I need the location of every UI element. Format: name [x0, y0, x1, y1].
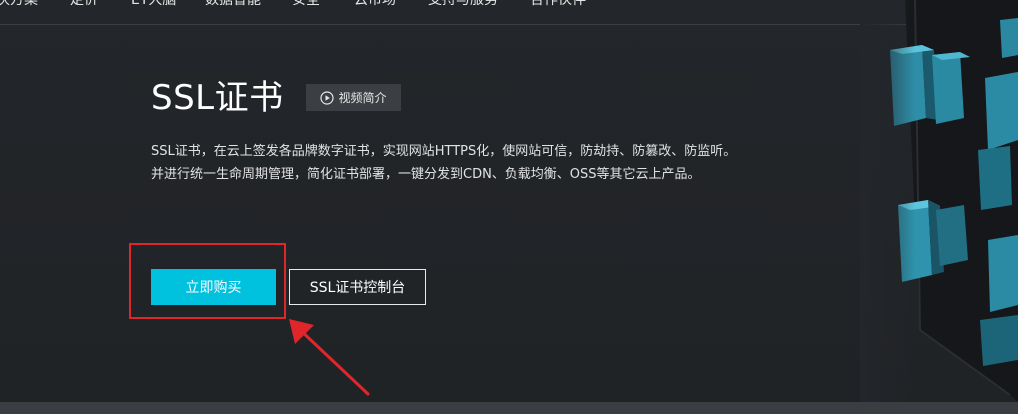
- annotation-arrow: [289, 319, 370, 396]
- nav-item-pricing[interactable]: 定价: [70, 0, 98, 9]
- nav-item-marketplace[interactable]: 云市场: [354, 0, 396, 9]
- nav-item-solutions[interactable]: 决方案: [0, 0, 38, 9]
- description-line-2: 并进行统一生命周期管理，简化证书部署，一键分发到CDN、负载均衡、OSS等其它云…: [151, 167, 701, 182]
- decorative-3d-blocks: [860, 0, 1018, 402]
- ssl-console-button[interactable]: SSL证书控制台: [289, 269, 426, 305]
- nav-item-support[interactable]: 支持与服务: [428, 0, 498, 9]
- nav-item-security[interactable]: 安全: [292, 0, 320, 9]
- annotation-highlight-box: [129, 243, 286, 319]
- nav-item-data-intelligence[interactable]: 数据智能: [205, 0, 261, 9]
- hero-banner: 决方案 定价 ET大脑 数据智能 安全 云市场 支持与服务 合作伙伴 SSL证书…: [0, 0, 1018, 402]
- nav-item-et-brain[interactable]: ET大脑: [131, 0, 176, 9]
- play-circle-icon: [320, 90, 335, 105]
- video-intro-button[interactable]: 视频简介: [306, 84, 401, 111]
- bottom-strip: [0, 402, 1018, 414]
- product-description: SSL证书，在云上签发各品牌数字证书，实现网站HTTPS化，使网站可信，防劫持、…: [151, 140, 841, 186]
- page-title: SSL证书: [151, 78, 284, 118]
- video-intro-label: 视频简介: [338, 91, 387, 105]
- nav-item-partners[interactable]: 合作伙伴: [530, 0, 586, 9]
- description-line-1: SSL证书，在云上签发各品牌数字证书，实现网站HTTPS化，使网站可信，防劫持、…: [151, 144, 737, 159]
